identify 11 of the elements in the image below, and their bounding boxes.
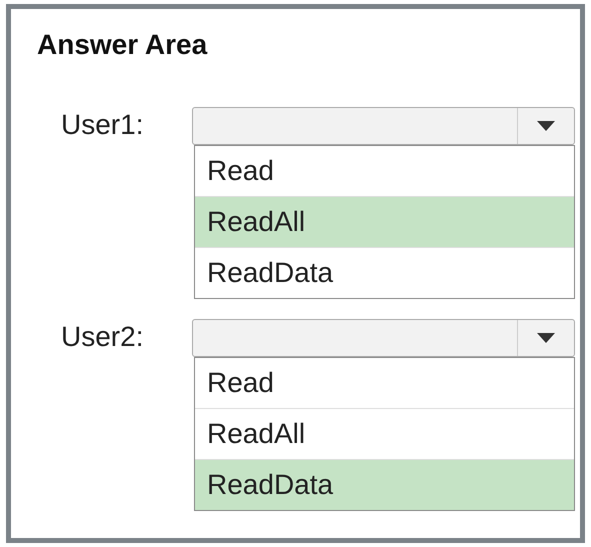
dropdown-option[interactable]: ReadData: [195, 248, 574, 298]
user-label: User2:: [60, 320, 144, 354]
dropdown[interactable]: [192, 107, 575, 145]
caret-icon: [537, 121, 555, 131]
dropdown[interactable]: [192, 319, 575, 357]
answer-area-title: Answer Area: [37, 29, 208, 61]
dropdown-option[interactable]: ReadAll: [195, 197, 574, 248]
caret-icon: [537, 333, 555, 343]
user-label: User1:: [60, 108, 144, 142]
dropdown-option[interactable]: ReadData: [195, 460, 574, 510]
dropdown-option[interactable]: Read: [195, 358, 574, 409]
